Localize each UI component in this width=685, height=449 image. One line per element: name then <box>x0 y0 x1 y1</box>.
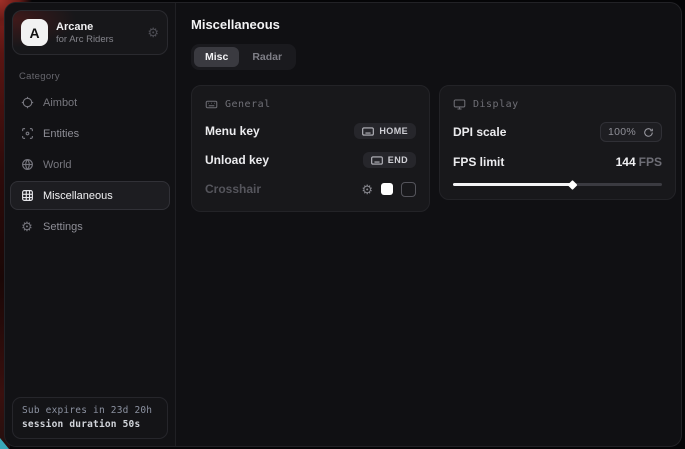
menu-key-label: Menu key <box>205 124 260 138</box>
crosshair-icon <box>20 96 34 110</box>
unload-key-value: END <box>388 155 408 165</box>
profile-card[interactable]: A Arcane for Arc Riders ⚙ <box>12 10 168 55</box>
fps-limit-row: FPS limit 144FPS <box>453 153 662 171</box>
sidebar-nav: Aimbot Entities <box>5 88 175 241</box>
sync-icon[interactable]: ⚙ <box>147 26 159 39</box>
gear-icon: ⚙ <box>20 220 34 234</box>
unload-key-button[interactable]: END <box>363 152 416 168</box>
keyboard-icon <box>205 98 218 111</box>
sidebar-item-miscellaneous[interactable]: Miscellaneous <box>10 181 170 210</box>
menu-key-value: HOME <box>379 126 408 136</box>
sidebar-item-world[interactable]: World <box>10 150 170 179</box>
dpi-scale-label: DPI scale <box>453 125 506 139</box>
scan-eye-icon <box>20 127 34 141</box>
screen: A Arcane for Arc Riders ⚙ Category <box>0 0 685 449</box>
display-card-title: Display <box>473 99 519 110</box>
display-card-header: Display <box>453 96 662 111</box>
dpi-scale-value: 100% <box>608 126 636 138</box>
crosshair-color-swatch[interactable] <box>381 183 393 195</box>
general-card-header: General <box>205 96 416 111</box>
main-content: Miscellaneous Misc Radar Gene <box>176 3 682 446</box>
sidebar-item-label: Settings <box>43 221 83 233</box>
subscription-info: Sub expires in 23d 20h session duration … <box>12 397 168 439</box>
refresh-icon[interactable] <box>643 127 654 138</box>
menu-key-row: Menu key HOME <box>205 122 416 140</box>
tab-radar[interactable]: Radar <box>241 47 293 67</box>
tab-bar: Misc Radar <box>191 44 296 70</box>
fps-limit-value: 144FPS <box>616 155 662 169</box>
page-title: Miscellaneous <box>191 17 676 32</box>
dpi-scale-select[interactable]: 100% <box>600 122 662 142</box>
fps-limit-unit: FPS <box>639 155 662 169</box>
sidebar-item-label: Miscellaneous <box>43 190 113 202</box>
keybind-icon <box>362 127 374 136</box>
crosshair-label: Crosshair <box>205 182 261 196</box>
app-subtitle: for Arc Riders <box>56 34 114 45</box>
crosshair-controls: ⚙ <box>361 182 416 197</box>
unload-key-row: Unload key END <box>205 151 416 169</box>
sidebar-item-entities[interactable]: Entities <box>10 119 170 148</box>
sidebar-item-aimbot[interactable]: Aimbot <box>10 88 170 117</box>
app-title: Arcane <box>56 21 114 33</box>
crosshair-checkbox[interactable] <box>401 182 416 197</box>
menu-key-button[interactable]: HOME <box>354 123 416 139</box>
general-card: General Menu key HOME <box>191 85 430 212</box>
display-card: Display DPI scale 100% <box>439 85 676 200</box>
sidebar-item-label: Aimbot <box>43 97 77 109</box>
tab-misc[interactable]: Misc <box>194 47 239 67</box>
unload-key-label: Unload key <box>205 153 269 167</box>
fps-slider-thumb[interactable] <box>568 180 578 190</box>
category-label: Category <box>19 71 161 82</box>
sidebar-item-label: Entities <box>43 128 79 140</box>
crosshair-settings-icon[interactable]: ⚙ <box>361 183 373 196</box>
session-duration-text: session duration 50s <box>22 419 158 430</box>
fps-slider-fill <box>453 183 572 186</box>
dpi-scale-row: DPI scale 100% <box>453 122 662 142</box>
app-logo: A <box>21 19 48 46</box>
sub-expiry-text: Sub expires in 23d 20h <box>22 405 158 416</box>
fps-limit-label: FPS limit <box>453 155 504 169</box>
app-logo-letter: A <box>29 25 39 41</box>
general-card-title: General <box>225 99 271 110</box>
sidebar-item-label: World <box>43 159 72 171</box>
crosshair-row: Crosshair ⚙ <box>205 180 416 198</box>
app-window: A Arcane for Arc Riders ⚙ Category <box>4 2 682 447</box>
fps-slider[interactable] <box>453 183 662 186</box>
keybind-icon <box>371 156 383 165</box>
monitor-icon <box>453 98 466 111</box>
fps-limit-number: 144 <box>616 155 636 169</box>
sidebar-item-settings[interactable]: ⚙ Settings <box>10 212 170 241</box>
grid-icon <box>20 189 34 203</box>
globe-icon <box>20 158 34 172</box>
profile-text: Arcane for Arc Riders <box>56 21 114 45</box>
sidebar: A Arcane for Arc Riders ⚙ Category <box>5 3 176 446</box>
sidebar-spacer <box>5 241 175 390</box>
cards-row: General Menu key HOME <box>191 85 676 212</box>
